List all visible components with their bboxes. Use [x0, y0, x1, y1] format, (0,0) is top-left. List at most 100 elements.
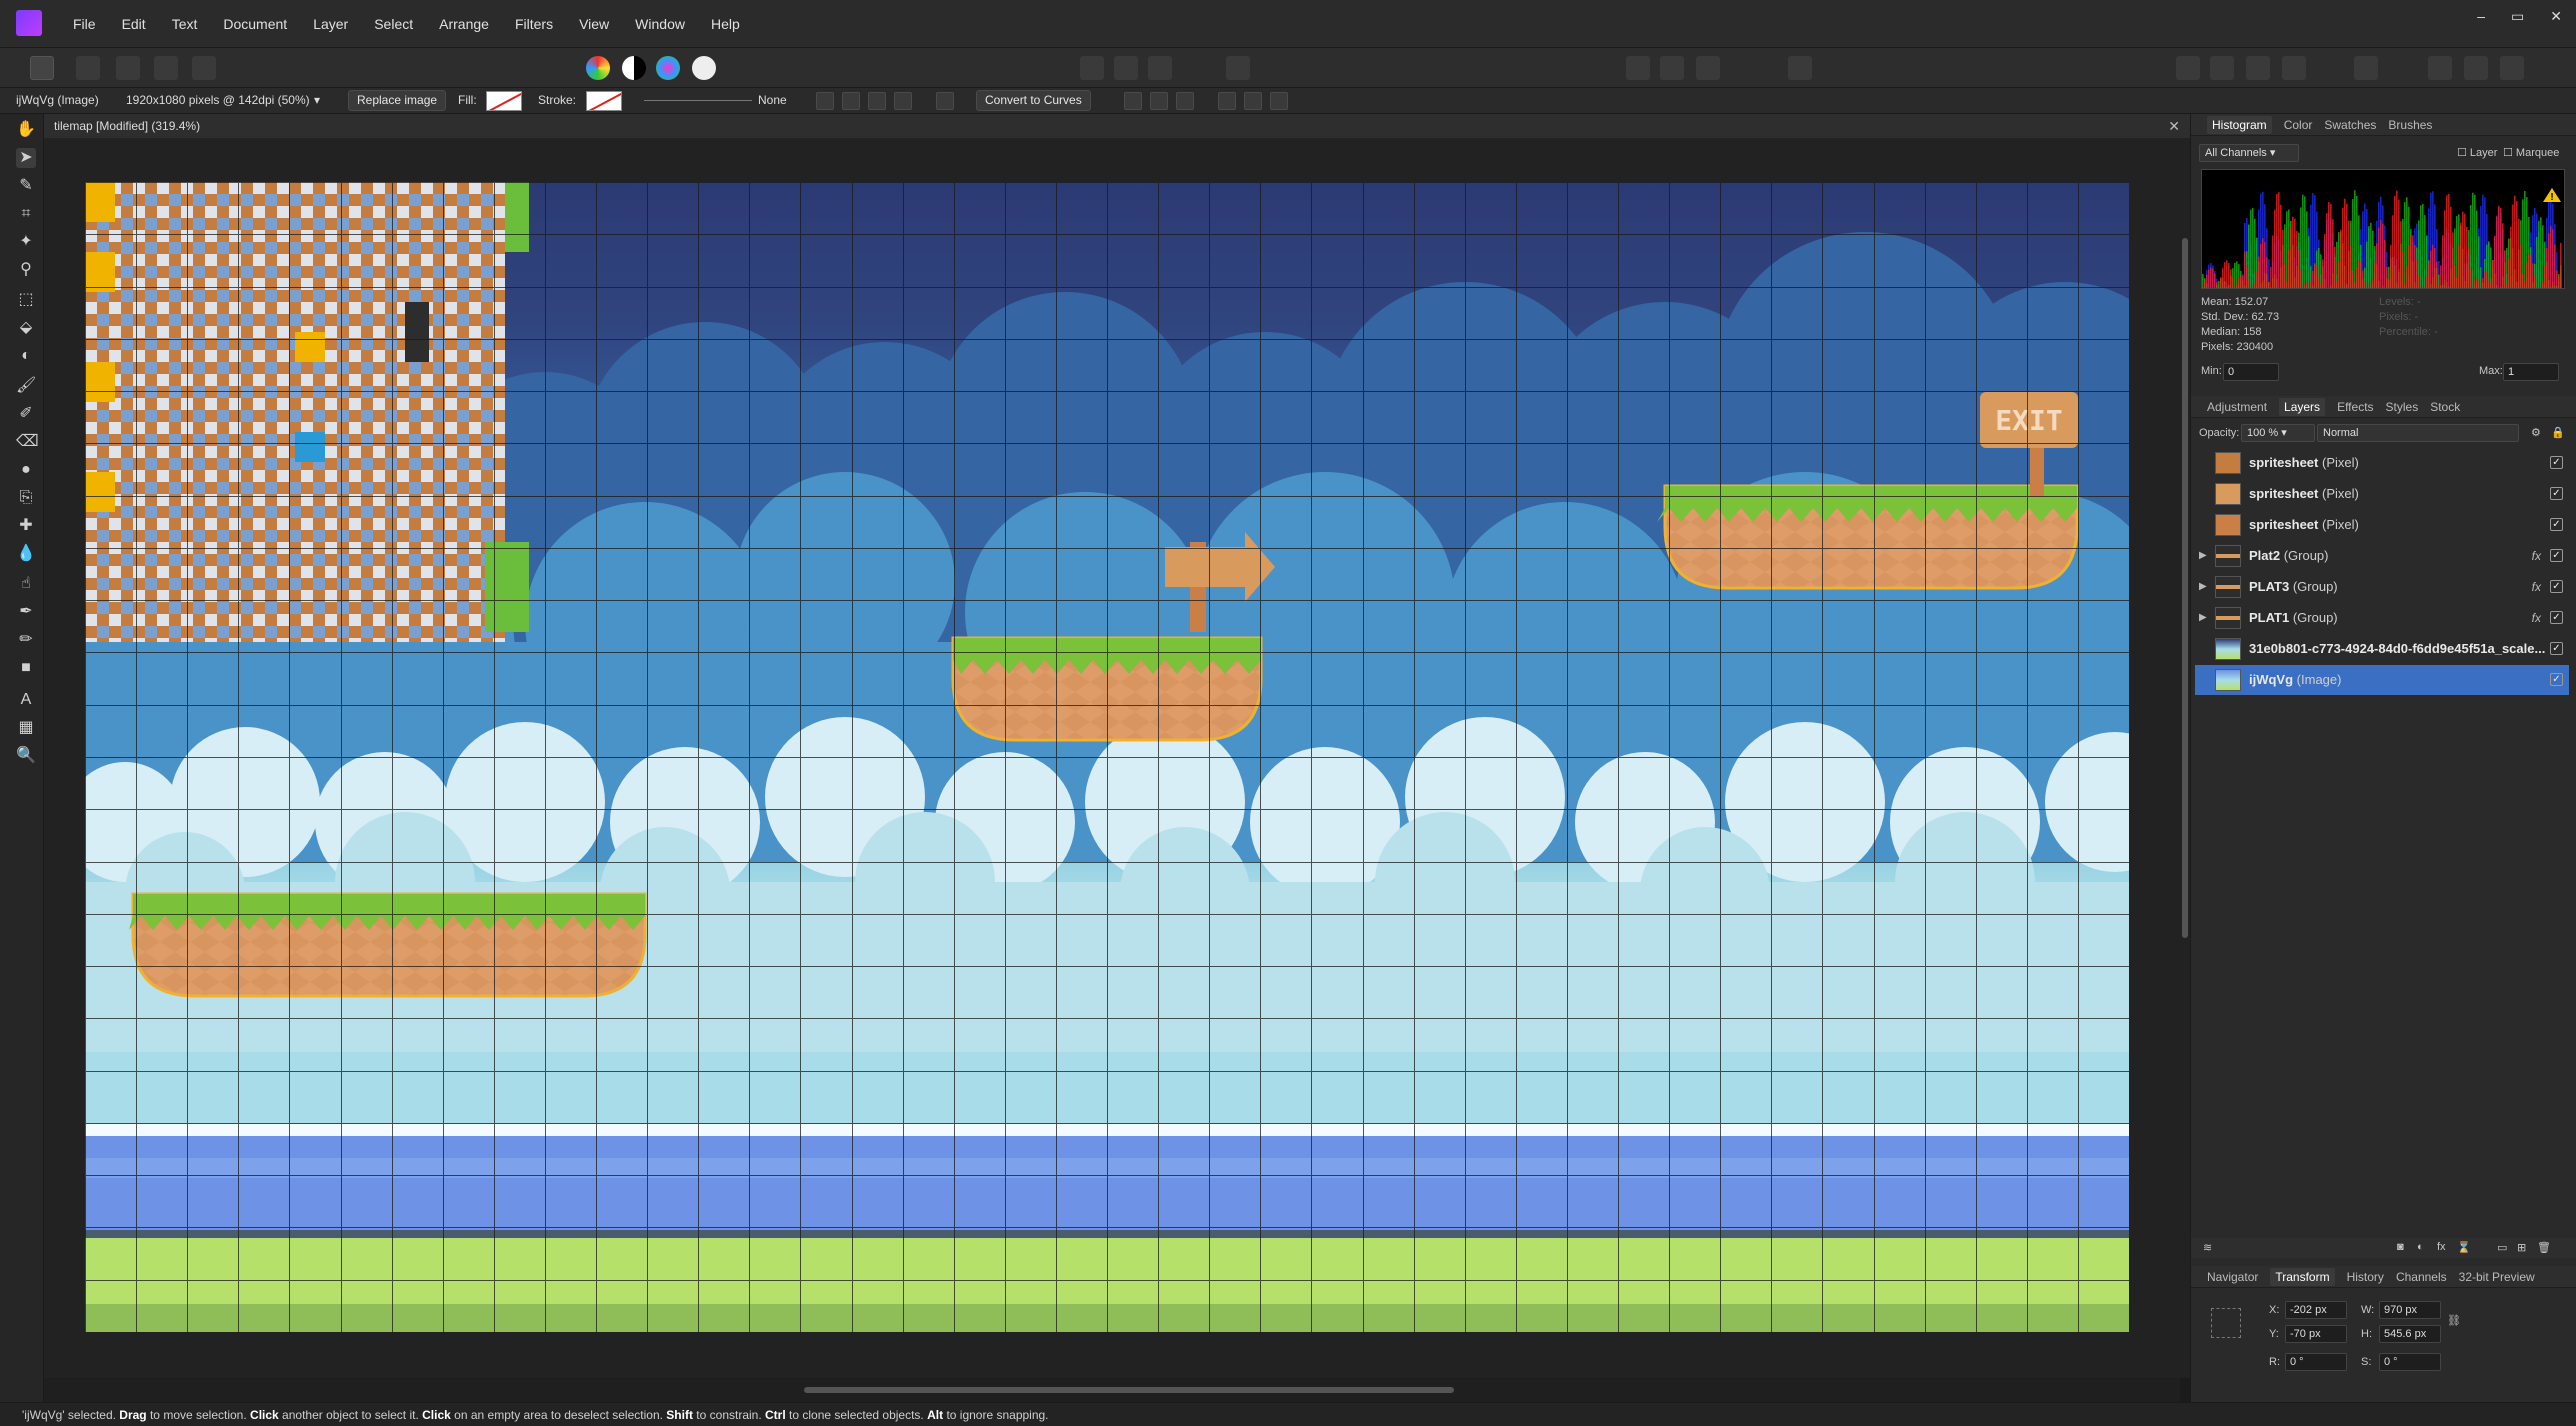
- white-balance-icon[interactable]: [692, 56, 716, 80]
- node-tool-icon[interactable]: ✎: [16, 176, 36, 196]
- menu-window[interactable]: Window: [622, 0, 698, 48]
- layer-row-plat3[interactable]: ▶ PLAT3 (Group) fx ✓: [2195, 572, 2569, 602]
- tilemap-scene[interactable]: EXIT: [85, 182, 2129, 1332]
- maximize-button[interactable]: ▭: [2511, 8, 2524, 25]
- tab-transform[interactable]: Transform: [2270, 1267, 2335, 1286]
- menu-filters[interactable]: Filters: [502, 0, 566, 48]
- convert-to-curves-button[interactable]: Convert to Curves: [976, 90, 1091, 111]
- align-right-icon[interactable]: [1176, 92, 1194, 110]
- smudge-brush-icon[interactable]: ☝: [16, 574, 36, 594]
- color-replace-icon[interactable]: ✐: [16, 404, 36, 424]
- dodge-tool-icon[interactable]: ●: [16, 460, 36, 480]
- assistant-icon[interactable]: [154, 56, 178, 80]
- rasterize-icon[interactable]: [936, 92, 954, 110]
- fill-swatch[interactable]: [486, 91, 522, 111]
- max-input[interactable]: 1: [2503, 363, 2559, 381]
- close-window-button[interactable]: ✕: [2550, 8, 2562, 25]
- layer-row-plat2[interactable]: ▶ Plat2 (Group) fx ✓: [2195, 541, 2569, 571]
- vertical-scroll-thumb[interactable]: [2182, 238, 2188, 938]
- tab-brushes[interactable]: Brushes: [2388, 118, 2432, 132]
- h-input[interactable]: 545.6 px: [2379, 1325, 2441, 1343]
- magnet-icon[interactable]: [1696, 56, 1720, 80]
- pixel-persona-icon[interactable]: [76, 56, 100, 80]
- align-icon[interactable]: [2354, 56, 2378, 80]
- spritesheet-tiles[interactable]: [85, 182, 529, 642]
- clone-brush-icon[interactable]: ⎘: [16, 488, 36, 508]
- visibility-checkbox[interactable]: ✓: [2550, 518, 2563, 531]
- visibility-checkbox[interactable]: ✓: [2550, 580, 2563, 593]
- move-tool-icon[interactable]: ➤: [16, 148, 36, 168]
- contrast-icon[interactable]: [622, 56, 646, 80]
- stroke-style-value[interactable]: None: [758, 93, 787, 107]
- color-wheel-icon[interactable]: [586, 56, 610, 80]
- menu-document[interactable]: Document: [210, 0, 300, 48]
- hand-tool-icon[interactable]: ✋: [16, 120, 36, 140]
- move-to-back-icon[interactable]: [2176, 56, 2200, 80]
- deselect-icon[interactable]: [1114, 56, 1138, 80]
- hsl-icon[interactable]: [656, 56, 680, 80]
- rotation-input[interactable]: 0 °: [2285, 1353, 2347, 1371]
- minimize-button[interactable]: –: [2477, 8, 2485, 25]
- blur-brush-icon[interactable]: 💧: [16, 544, 36, 564]
- tab-styles[interactable]: Styles: [2386, 400, 2419, 414]
- share-icon[interactable]: [192, 56, 216, 80]
- visibility-checkbox[interactable]: ✓: [2550, 456, 2563, 469]
- marquee-checkbox[interactable]: ☐ Marquee: [2503, 146, 2559, 159]
- chevron-down-icon[interactable]: ▾: [314, 93, 320, 107]
- tab-32bit-preview[interactable]: 32-bit Preview: [2459, 1270, 2535, 1284]
- pen-tool-icon[interactable]: ✒: [16, 602, 36, 622]
- transform-origin-icon[interactable]: [816, 92, 834, 110]
- tab-history[interactable]: History: [2347, 1270, 2384, 1284]
- menu-select[interactable]: Select: [361, 0, 426, 48]
- blend-options-icon[interactable]: ⚙: [2531, 426, 2541, 439]
- designer-persona-icon[interactable]: [30, 56, 54, 80]
- crop-tool-icon[interactable]: ⌗: [16, 204, 36, 224]
- lock-icon[interactable]: 🔒: [2551, 426, 2565, 439]
- platform-plat1[interactable]: [129, 892, 647, 998]
- tab-adjustment[interactable]: Adjustment: [2207, 400, 2267, 414]
- force-pixel-align-icon[interactable]: [1788, 56, 1812, 80]
- move-forward-icon[interactable]: [2246, 56, 2270, 80]
- tilemap-artboard[interactable]: EXIT: [85, 182, 2129, 1332]
- tab-histogram[interactable]: Histogram: [2207, 115, 2272, 134]
- layer-row-spritesheet-1[interactable]: spritesheet (Pixel) ✓: [2195, 448, 2569, 478]
- visibility-checkbox[interactable]: ✓: [2550, 549, 2563, 562]
- menu-help[interactable]: Help: [698, 0, 753, 48]
- tab-color[interactable]: Color: [2284, 118, 2313, 132]
- stroke-swatch[interactable]: [586, 91, 622, 111]
- affinity-logo-icon[interactable]: [16, 10, 42, 36]
- move-to-front-icon[interactable]: [2282, 56, 2306, 80]
- rectangle-tool-icon[interactable]: ■: [16, 658, 36, 678]
- expand-icon[interactable]: ▶: [2199, 541, 2207, 571]
- align-bottom-icon[interactable]: [1270, 92, 1288, 110]
- adjustment-icon[interactable]: ◐: [2417, 1241, 2424, 1253]
- menu-view[interactable]: View: [566, 0, 622, 48]
- paint-brush-icon[interactable]: 🖌: [16, 376, 36, 396]
- align-top-icon[interactable]: [1218, 92, 1236, 110]
- mesh-warp-icon[interactable]: ▦: [16, 718, 36, 738]
- quick-mask-icon[interactable]: [1226, 56, 1250, 80]
- opacity-select[interactable]: 100 % ▾: [2241, 424, 2315, 442]
- blend-mode-select[interactable]: Normal: [2317, 424, 2519, 442]
- fx-footer-icon[interactable]: fx: [2437, 1241, 2446, 1253]
- align-center-icon[interactable]: [1150, 92, 1168, 110]
- tab-swatches[interactable]: Swatches: [2324, 118, 2376, 132]
- rotate-icon[interactable]: [894, 92, 912, 110]
- visibility-checkbox[interactable]: ✓: [2550, 642, 2563, 655]
- select-all-icon[interactable]: [1080, 56, 1104, 80]
- boolean-add-icon[interactable]: [2428, 56, 2452, 80]
- mask-icon[interactable]: ◙: [2397, 1241, 2404, 1253]
- horizontal-scrollbar[interactable]: [44, 1378, 2180, 1402]
- canvas-viewport[interactable]: EXIT: [44, 138, 2180, 1378]
- menu-arrange[interactable]: Arrange: [426, 0, 502, 48]
- layer-row-spritesheet-3[interactable]: spritesheet (Pixel) ✓: [2195, 510, 2569, 540]
- text-tool-icon[interactable]: A: [16, 690, 36, 710]
- y-input[interactable]: -70 px: [2285, 1325, 2347, 1343]
- flip-horizontal-icon[interactable]: [842, 92, 860, 110]
- snapping-icon[interactable]: [1660, 56, 1684, 80]
- export-persona-icon[interactable]: [116, 56, 140, 80]
- tab-channels[interactable]: Channels: [2396, 1270, 2447, 1284]
- selection-brush-icon[interactable]: ✦: [16, 232, 36, 252]
- new-layer-icon[interactable]: ⊞: [2517, 1241, 2526, 1254]
- boolean-intersect-icon[interactable]: [2500, 56, 2524, 80]
